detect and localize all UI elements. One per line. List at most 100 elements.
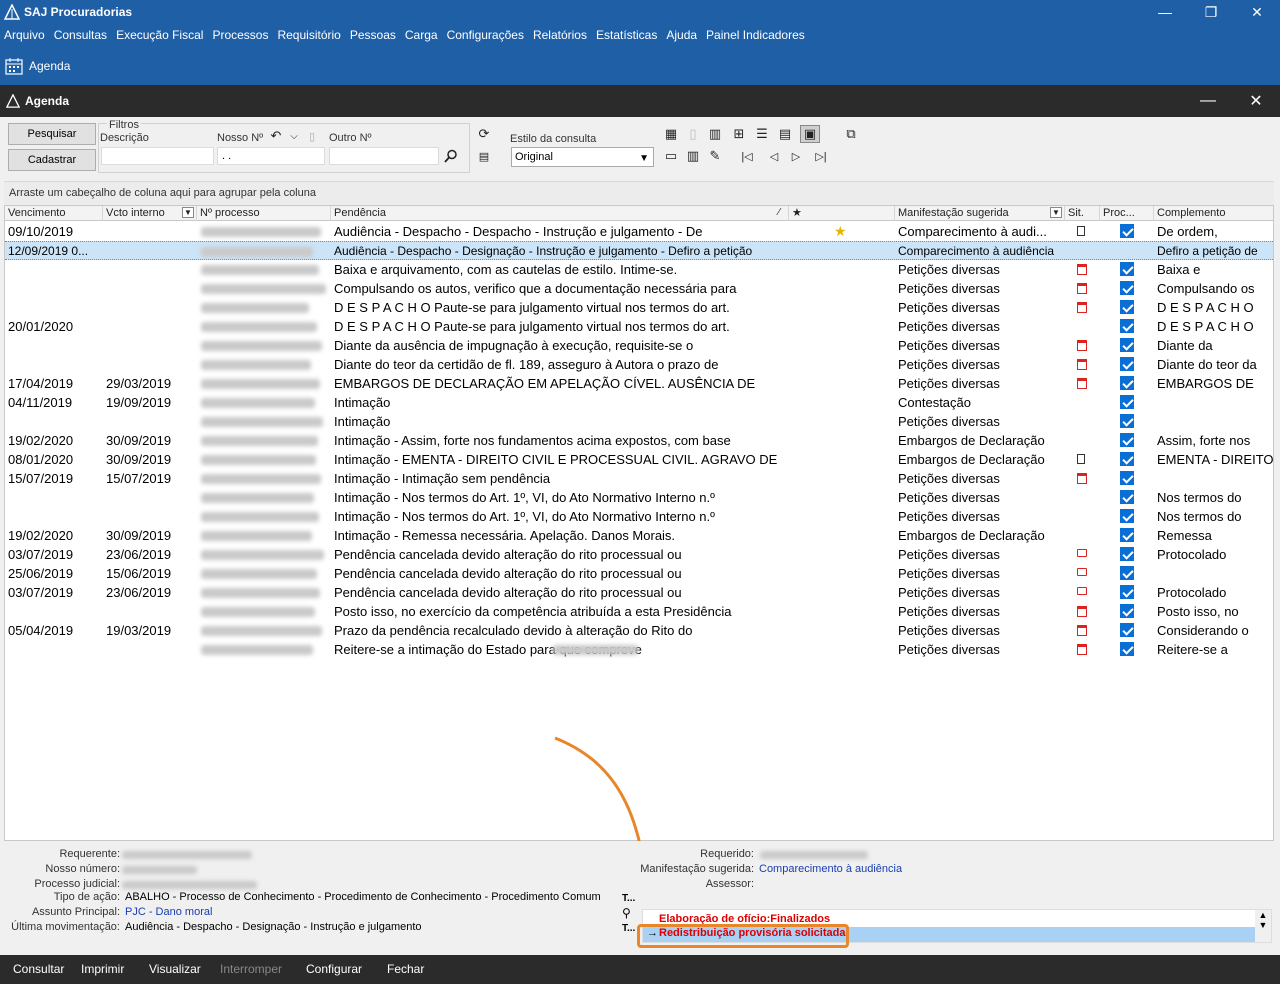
- descricao-input[interactable]: [101, 147, 214, 165]
- proc-checkbox[interactable]: [1120, 528, 1134, 542]
- estilo-consulta-select[interactable]: Original ▼: [511, 147, 654, 167]
- window-close-icon[interactable]: ✕: [1232, 85, 1280, 117]
- menu-requisitorio[interactable]: Requisitório: [277, 28, 340, 42]
- menu-execucao-fiscal[interactable]: Execução Fiscal: [116, 28, 203, 42]
- minimize-icon[interactable]: —: [1142, 0, 1188, 24]
- columns-icon[interactable]: ▥: [707, 126, 723, 142]
- menu-configuracoes[interactable]: Configurações: [447, 28, 524, 42]
- col-pendencia[interactable]: Pendência ⁄: [331, 206, 789, 221]
- proc-checkbox[interactable]: [1120, 471, 1134, 485]
- table-row[interactable]: 09/10/2019 Audiência - Despacho - Despach…: [5, 222, 1273, 241]
- proc-checkbox[interactable]: [1120, 338, 1134, 352]
- star-icon[interactable]: ★: [831, 222, 861, 241]
- star-icon[interactable]: [831, 393, 861, 412]
- col-manifestacao[interactable]: Manifestação sugerida ▼: [895, 206, 1065, 221]
- table-row[interactable]: Baixa e arquivamento, com as cautelas de…: [5, 260, 1273, 279]
- menu-processos[interactable]: Processos: [212, 28, 268, 42]
- visualizar-button[interactable]: Visualizar: [149, 962, 201, 976]
- proc-checkbox[interactable]: [1120, 262, 1134, 276]
- star-icon[interactable]: [831, 336, 861, 355]
- imprimir-button[interactable]: Imprimir: [81, 962, 124, 976]
- filter-dropdown-icon[interactable]: ▼: [182, 207, 194, 218]
- menu-estatisticas[interactable]: Estatísticas: [596, 28, 657, 42]
- proc-checkbox[interactable]: [1120, 604, 1134, 618]
- col-vcto-interno[interactable]: Vcto interno ▼: [103, 206, 197, 221]
- agenda-toolbar-button[interactable]: Agenda: [5, 57, 70, 75]
- consultar-button[interactable]: Consultar: [13, 962, 64, 976]
- restore-icon[interactable]: ❐: [1188, 0, 1234, 24]
- copy-icon[interactable]: ▯: [304, 128, 320, 144]
- proc-checkbox[interactable]: [1120, 642, 1134, 656]
- menu-ajuda[interactable]: Ajuda: [666, 28, 697, 42]
- delete-icon[interactable]: ▥: [685, 148, 701, 164]
- proc-checkbox[interactable]: [1120, 566, 1134, 580]
- star-icon[interactable]: [831, 355, 861, 374]
- fechar-button[interactable]: Fechar: [387, 962, 424, 976]
- proc-checkbox[interactable]: [1120, 319, 1134, 333]
- zoom-icon[interactable]: ⚲: [622, 906, 631, 920]
- col-complemento[interactable]: Complemento: [1154, 206, 1273, 221]
- table-row[interactable]: Reitere-se a intimação do Estado para qu…: [5, 640, 1273, 659]
- proc-checkbox[interactable]: [1120, 414, 1134, 428]
- chevron-down-icon[interactable]: ⌵: [286, 128, 302, 144]
- star-icon[interactable]: [831, 640, 861, 659]
- proc-checkbox[interactable]: [1120, 281, 1134, 295]
- window-minimize-icon[interactable]: —: [1184, 85, 1232, 117]
- next-record-icon[interactable]: ▷: [788, 148, 804, 164]
- table-row[interactable]: D E S P A C H O Paute-se para julgamento…: [5, 298, 1273, 317]
- save-icon[interactable]: ▭: [663, 148, 679, 164]
- star-icon[interactable]: [831, 469, 861, 488]
- tree-icon[interactable]: ⊞: [731, 126, 747, 142]
- table-row[interactable]: 08/01/2020 30/09/2019 Intimação - EMENTA -…: [5, 450, 1273, 469]
- table-row[interactable]: Diante do teor da certidão de fl. 189, a…: [5, 355, 1273, 374]
- col-sit[interactable]: Sit.: [1065, 206, 1100, 221]
- proc-checkbox[interactable]: [1120, 376, 1134, 390]
- menu-carga[interactable]: Carga: [405, 28, 438, 42]
- proc-checkbox[interactable]: [1120, 623, 1134, 637]
- manifestacao-sugerida-link[interactable]: Comparecimento à audiência: [759, 863, 902, 875]
- star-icon[interactable]: [831, 431, 861, 450]
- menu-painel-indicadores[interactable]: Painel Indicadores: [706, 28, 805, 42]
- star-icon[interactable]: [831, 564, 861, 583]
- menu-relatorios[interactable]: Relatórios: [533, 28, 587, 42]
- movements-scrollbar[interactable]: ▲ ▼: [1255, 910, 1271, 942]
- star-icon[interactable]: [831, 526, 861, 545]
- menu-consultas[interactable]: Consultas: [54, 28, 107, 42]
- refresh-icon[interactable]: ⟳: [476, 126, 492, 142]
- comment-icon[interactable]: ▤: [476, 148, 492, 164]
- last-record-icon[interactable]: ▷|: [813, 148, 829, 164]
- outro-numero-input[interactable]: [329, 147, 439, 165]
- star-icon[interactable]: [831, 242, 861, 261]
- cadastrar-button[interactable]: Cadastrar: [8, 149, 96, 171]
- search-icon[interactable]: [444, 149, 458, 163]
- star-icon[interactable]: [831, 260, 861, 279]
- previous-record-icon[interactable]: ◁: [766, 148, 782, 164]
- star-icon[interactable]: [831, 621, 861, 640]
- table-row[interactable]: 12/09/2019 0... Audiência - Despacho - De…: [5, 241, 1273, 260]
- proc-checkbox[interactable]: [1120, 395, 1134, 409]
- table-row[interactable]: Intimação - Nos termos do Art. 1º, VI, d…: [5, 488, 1273, 507]
- table-row[interactable]: Diante da ausência de impugnação à execu…: [5, 336, 1273, 355]
- col-vencimento[interactable]: Vencimento: [5, 206, 103, 221]
- table-row[interactable]: 05/04/2019 19/03/2019 Prazo da pendência r…: [5, 621, 1273, 640]
- grid-view-icon[interactable]: ▣: [800, 125, 820, 143]
- table-row[interactable]: Intimação - Nos termos do Art. 1º, VI, d…: [5, 507, 1273, 526]
- col-numero-processo[interactable]: Nº processo: [197, 206, 331, 221]
- table-row[interactable]: 15/07/2019 15/07/2019 Intimação - Intimaçã…: [5, 469, 1273, 488]
- proc-checkbox[interactable]: [1120, 300, 1134, 314]
- assunto-principal-link[interactable]: PJC - Dano moral: [125, 906, 212, 918]
- configurar-button[interactable]: Configurar: [306, 962, 362, 976]
- col-star[interactable]: ★: [789, 206, 895, 221]
- proc-checkbox[interactable]: [1120, 509, 1134, 523]
- export-excel-icon[interactable]: ▦: [663, 126, 679, 142]
- star-icon[interactable]: [831, 298, 861, 317]
- first-record-icon[interactable]: |◁: [739, 148, 755, 164]
- nosso-numero-input[interactable]: . .: [217, 147, 325, 165]
- table-row[interactable]: Posto isso, no exercício da competência …: [5, 602, 1273, 621]
- close-icon[interactable]: ✕: [1234, 0, 1280, 24]
- star-icon[interactable]: [831, 545, 861, 564]
- undo-icon[interactable]: ↶: [268, 128, 284, 144]
- star-icon[interactable]: [831, 279, 861, 298]
- menu-arquivo[interactable]: Arquivo: [4, 28, 45, 42]
- menu-pessoas[interactable]: Pessoas: [350, 28, 396, 42]
